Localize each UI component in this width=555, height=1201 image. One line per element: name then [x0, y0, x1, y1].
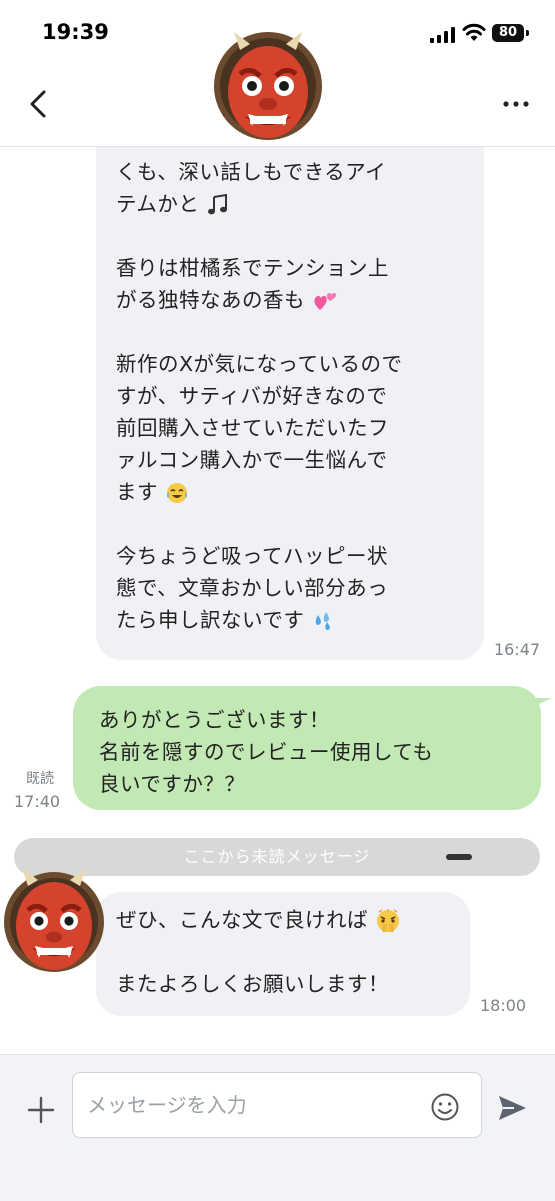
outgoing-message-bubble[interactable]: ありがとうございます！ 名前を隠すのでレビュー使用しても 良いですか？？ [73, 686, 541, 810]
bubble-tail [530, 698, 552, 708]
shushing-face-icon [377, 909, 400, 932]
redaction-mark [446, 854, 472, 860]
battery-tip [526, 30, 529, 36]
message-line: ァルコン購入かで一生悩んで [116, 448, 388, 472]
incoming-message-bubble[interactable]: ぜひ、こんな文で良ければ またよろしくお願いします！ [96, 892, 470, 1016]
message-line: ます [116, 476, 466, 508]
message-line: ありがとうございます！ [99, 708, 330, 732]
message-line: 名前を隠すのでレビュー使用しても [99, 740, 434, 764]
send-icon[interactable] [496, 1093, 528, 1123]
message-line: たら申し訳ないです [116, 604, 466, 636]
back-button[interactable] [22, 84, 56, 124]
wifi-icon [462, 23, 486, 41]
message-line: 今ちょうど吸ってハッピー状 [116, 544, 388, 568]
message-line: すが、サティバが好きなので [116, 384, 388, 408]
cellular-signal-icon [430, 27, 455, 43]
message-line: くも、深い話しもできるアイ [116, 160, 387, 184]
message-timestamp: 16:47 [494, 640, 541, 659]
message-line: またよろしくお願いします！ [116, 972, 389, 996]
message-timestamp: 17:40 [14, 792, 61, 811]
message-line: がる独特なあの香も [116, 284, 466, 316]
message-line: 香りは柑橘系でテンション上 [116, 256, 389, 280]
sweat-drops-icon [316, 612, 331, 630]
add-attachment-icon[interactable] [26, 1095, 56, 1125]
message-line: 前回購入させていただいたフ [116, 416, 389, 440]
battery-indicator: 80 [492, 24, 524, 42]
message-line: テムかと [116, 188, 466, 220]
message-composer [0, 1054, 555, 1201]
message-timestamp: 18:00 [480, 996, 527, 1015]
contact-avatar-oni-icon[interactable] [210, 30, 326, 146]
message-line: 良いですか？？ [99, 772, 246, 796]
status-time: 19:39 [42, 20, 109, 44]
message-line: 新作のXが気になっているので [116, 352, 403, 376]
incoming-message-bubble[interactable]: くも、深い話しもできるアイ テムかと 香りは柑橘系でテンション上 がる独特なあの… [96, 146, 484, 660]
message-input[interactable] [72, 1072, 482, 1138]
chat-message-list[interactable]: くも、深い話しもできるアイ テムかと 香りは柑橘系でテンション上 がる独特なあの… [0, 146, 555, 1054]
more-options-icon[interactable] [496, 92, 536, 116]
read-receipt: 既読 [26, 771, 54, 787]
message-line: ぜひ、こんな文で良ければ [116, 904, 452, 936]
message-line: 態で、文章おかしい部分あっ [116, 576, 389, 600]
music-note-icon [208, 193, 228, 215]
tears-of-joy-icon [167, 483, 188, 503]
emoji-picker-icon[interactable] [430, 1092, 460, 1122]
sender-avatar-oni-icon[interactable] [0, 864, 104, 976]
pink-hearts-icon [314, 292, 337, 310]
